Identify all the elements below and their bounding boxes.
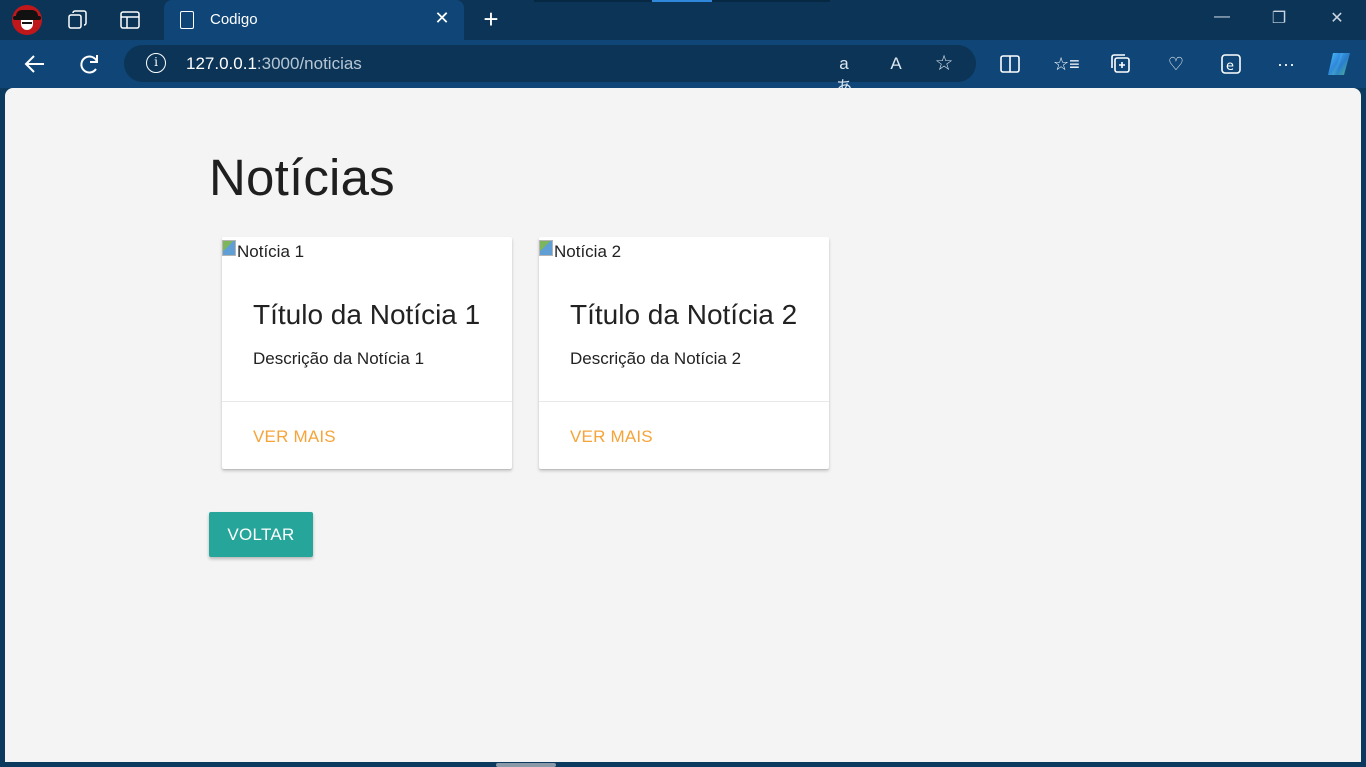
favorite-star-icon[interactable]: ☆ (932, 52, 956, 76)
page-title: Notícias (209, 149, 395, 206)
workspaces-icon[interactable] (66, 8, 90, 32)
ver-mais-link[interactable]: VER MAIS (253, 427, 336, 447)
minimize-icon[interactable]: — (1207, 8, 1237, 32)
tab-title: Codigo (210, 11, 258, 28)
favorites-icon[interactable]: ☆≡ (1053, 51, 1080, 77)
info-icon[interactable]: i (146, 53, 166, 73)
bottom-border (0, 762, 1366, 767)
title-bar: Codigo ✕ + — ❐ ✕ (0, 0, 1366, 40)
page-viewport: Notícias Notícia 1 Título da Notícia 1 D… (5, 88, 1361, 762)
close-icon[interactable]: ✕ (432, 8, 452, 30)
ver-mais-link[interactable]: VER MAIS (570, 427, 653, 447)
collections-icon[interactable] (1108, 51, 1134, 77)
voltar-button[interactable]: VOLTAR (209, 512, 313, 557)
news-card-title: Título da Notícia 1 (253, 299, 481, 330)
tab-strip-highlight (652, 0, 712, 2)
news-card: Notícia 1 Título da Notícia 1 Descrição … (222, 237, 512, 469)
active-tab[interactable]: Codigo ✕ (164, 0, 464, 40)
news-card-description: Descrição da Notícia 2 (570, 349, 742, 368)
split-screen-icon[interactable] (997, 51, 1023, 77)
news-card-description: Descrição da Notícia 1 (253, 349, 425, 368)
back-arrow-icon[interactable] (20, 50, 50, 78)
copilot-icon[interactable] (1324, 49, 1354, 79)
news-image-placeholder: Notícia 2 (539, 240, 621, 262)
news-card-title: Título da Notícia 2 (570, 299, 798, 330)
news-image-placeholder: Notícia 1 (222, 240, 304, 262)
refresh-icon[interactable] (75, 50, 105, 78)
profile-avatar-icon[interactable] (12, 5, 42, 35)
address-bar[interactable]: i 127.0.0.1:3000/noticias aあ A ☆ (124, 45, 976, 97)
news-card: Notícia 2 Título da Notícia 2 Descrição … (539, 237, 829, 469)
read-aloud-icon[interactable]: A (884, 52, 908, 76)
document-icon (180, 11, 194, 29)
scroll-thumb[interactable] (496, 763, 556, 767)
card-divider (539, 401, 829, 402)
card-divider (222, 401, 512, 402)
restore-icon[interactable]: ❐ (1264, 8, 1294, 32)
translate-icon[interactable]: aあ (832, 52, 856, 97)
more-icon[interactable]: ··· (1273, 51, 1299, 77)
edge-icon[interactable]: e (1218, 51, 1244, 77)
svg-text:e: e (1226, 59, 1234, 74)
plus-icon[interactable]: + (478, 5, 504, 35)
navigation-bar: i 127.0.0.1:3000/noticias aあ A ☆ ☆≡ ♡ e … (0, 40, 1366, 97)
url-text[interactable]: 127.0.0.1:3000/noticias (186, 54, 362, 74)
tab-actions-icon[interactable] (118, 8, 142, 32)
close-window-icon[interactable]: ✕ (1322, 8, 1352, 32)
browser-essentials-icon[interactable]: ♡ (1163, 51, 1189, 77)
broken-image-icon (539, 240, 553, 256)
broken-image-icon (222, 240, 236, 256)
